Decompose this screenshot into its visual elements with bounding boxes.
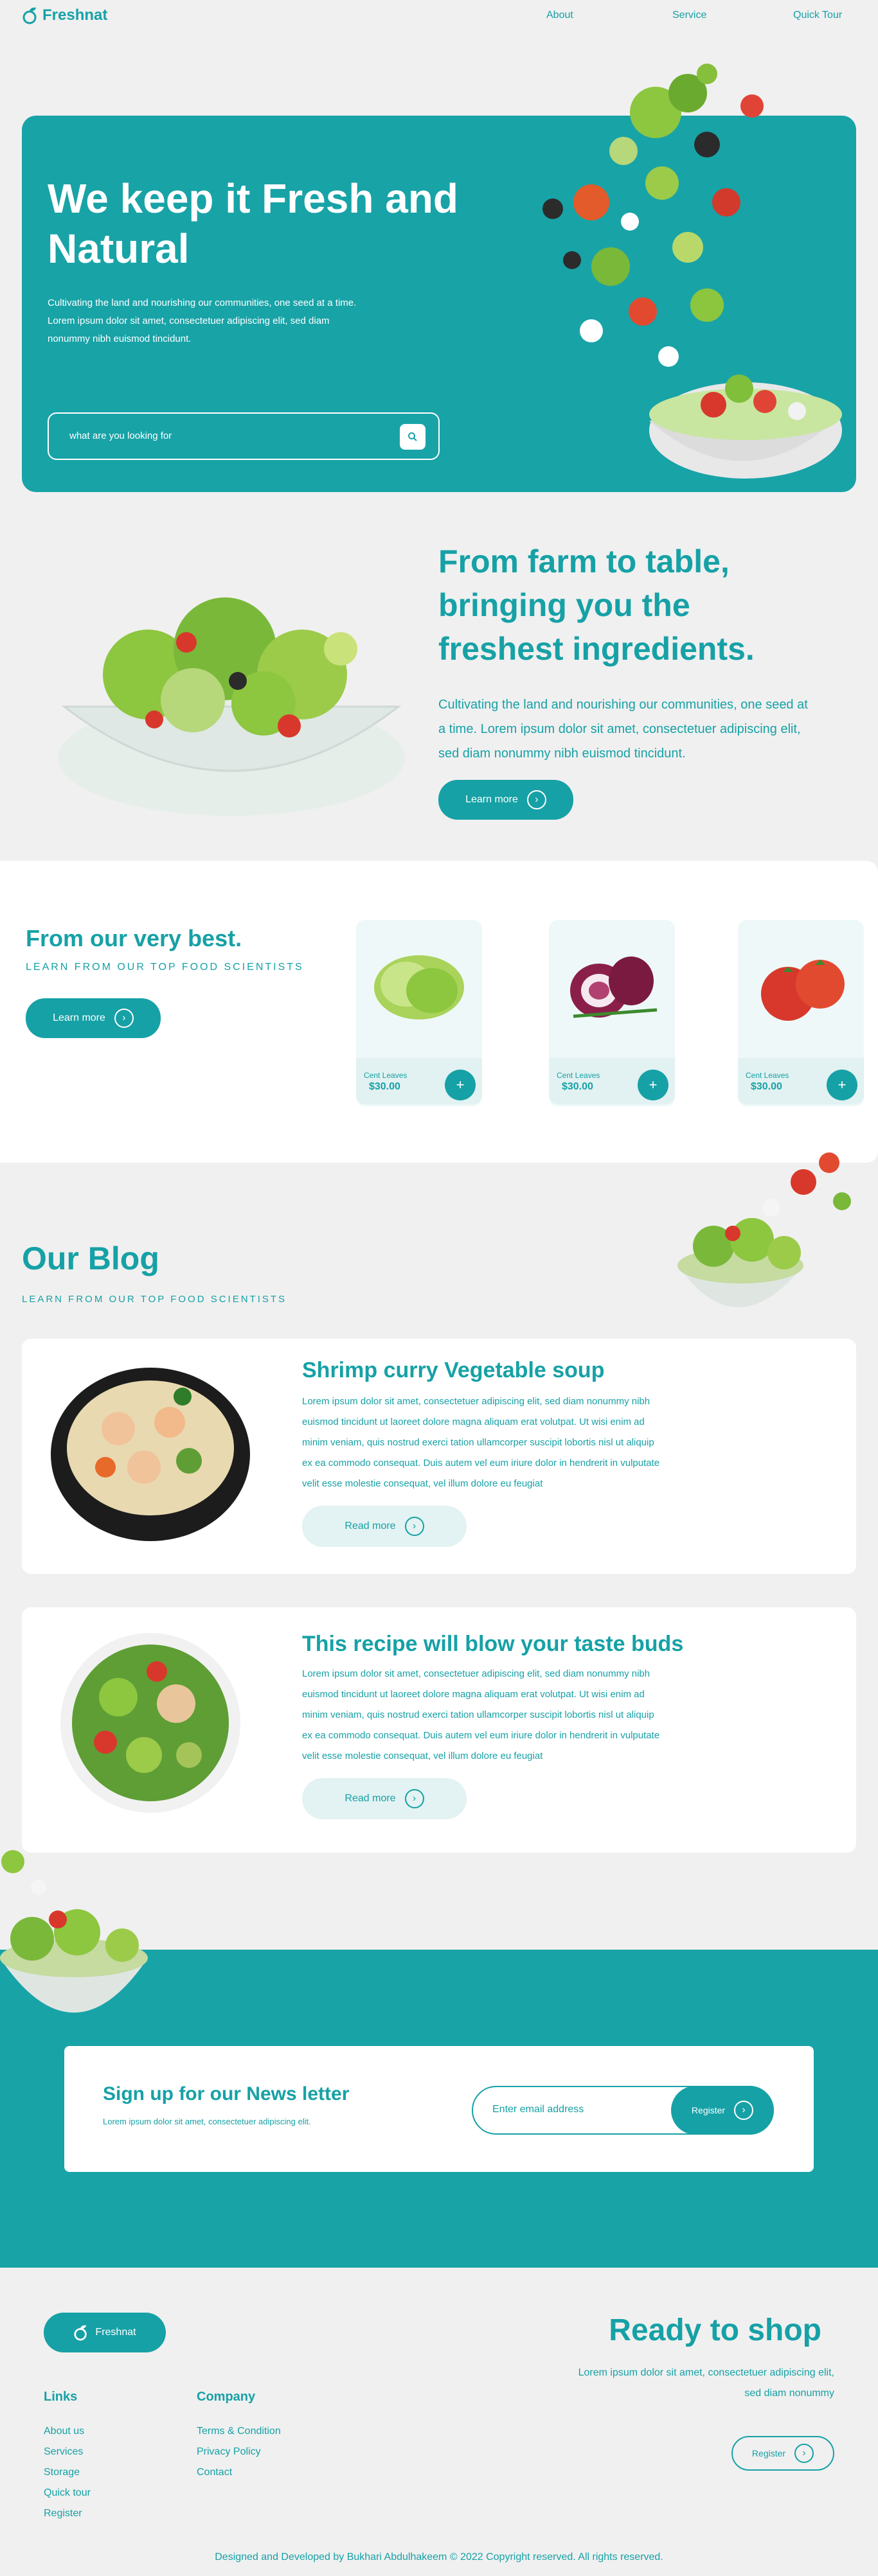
ready-to-shop-description: Lorem ipsum dolor sit amet, consectetuer… — [578, 2367, 834, 2399]
blog-title: Our Blog — [22, 1240, 159, 1276]
footer-logo-label: Freshnat — [95, 2327, 136, 2338]
hero-title: We keep it Fresh and Natural — [48, 175, 458, 272]
hero-search-box[interactable]: what are you looking for — [48, 412, 440, 460]
top-nav: Freshnat About Service Quick Tour — [0, 0, 878, 32]
product-name: Cent Leaves — [557, 1071, 600, 1080]
page: Freshnat About Service Quick Tour We kee… — [0, 0, 878, 2576]
product-card[interactable]: Cent Leaves $30.00 + — [356, 920, 482, 1106]
chevron-right-icon: › — [404, 1517, 424, 1536]
shrimp-soup-image — [51, 1368, 250, 1541]
newsletter-subtitle: Lorem ipsum dolor sit amet, consectetuer… — [103, 2117, 311, 2126]
newsletter-register-button[interactable]: Register › — [671, 2086, 774, 2135]
read-more-label: Read more — [345, 1521, 396, 1531]
search-button[interactable] — [400, 424, 426, 450]
salad-bowl-image — [58, 597, 405, 816]
blog-post-title[interactable]: Shrimp curry Vegetable soup — [302, 1358, 604, 1383]
read-more-button[interactable]: Read more › — [302, 1778, 467, 1819]
footer-link-storage[interactable]: Storage — [44, 2467, 80, 2478]
farm-section-description: Cultivating the land and nourishing our … — [438, 698, 808, 761]
farm-learn-more-button[interactable]: Learn more › — [438, 780, 573, 820]
onion-image — [570, 957, 658, 1018]
decorative-salad-image — [0, 1850, 148, 2013]
salad-bowl-image — [60, 1633, 240, 1813]
decorative-salad-image — [677, 1152, 851, 1307]
chevron-right-icon: › — [734, 2101, 754, 2120]
footer-link-contact[interactable]: Contact — [197, 2467, 232, 2478]
product-price: $30.00 — [369, 1081, 400, 1092]
logo[interactable]: Freshnat — [22, 6, 107, 24]
best-learn-more-button[interactable]: Learn more › — [26, 998, 161, 1038]
search-input[interactable]: what are you looking for — [69, 430, 172, 441]
falling-salad-image — [542, 64, 842, 479]
best-learn-more-label: Learn more — [53, 1012, 105, 1023]
footer-link-about-us[interactable]: About us — [44, 2426, 84, 2437]
product-price: $30.00 — [751, 1081, 782, 1092]
product-name: Cent Leaves — [746, 1071, 789, 1080]
footer-link-quick-tour[interactable]: Quick tour — [44, 2487, 91, 2499]
product-card[interactable]: Cent Leaves $30.00 + — [549, 920, 675, 1106]
footer-links-heading: Links — [44, 2390, 78, 2404]
footer-link-terms[interactable]: Terms & Condition — [197, 2426, 281, 2437]
product-footer: Cent Leaves $30.00 + — [738, 1058, 864, 1104]
newsletter-register-label: Register — [691, 2105, 726, 2115]
logo-text: Freshnat — [42, 6, 108, 24]
leaf-logo-icon — [22, 7, 37, 24]
email-input[interactable]: Enter email address — [492, 2104, 584, 2115]
blog-post-title[interactable]: This recipe will blow your taste buds — [302, 1632, 683, 1657]
best-section-title: From our very best. — [26, 925, 242, 951]
blog-post-card: Shrimp curry Vegetable soup Lorem ipsum … — [22, 1339, 856, 1574]
add-to-cart-button[interactable]: + — [445, 1070, 476, 1100]
leaf-logo-icon — [74, 2325, 87, 2341]
newsletter-title: Sign up for our News letter — [103, 2083, 350, 2104]
lettuce-image — [374, 955, 464, 1019]
product-footer: Cent Leaves $30.00 + — [356, 1058, 482, 1104]
footer-link-services[interactable]: Services — [44, 2446, 83, 2458]
best-products-section: From our very best. LEARN FROM OUR TOP F… — [0, 861, 878, 1163]
footer-link-privacy[interactable]: Privacy Policy — [197, 2446, 261, 2458]
chevron-right-icon: › — [404, 1789, 424, 1808]
footer-register-button[interactable]: Register › — [731, 2436, 834, 2471]
chevron-right-icon: › — [526, 790, 546, 809]
read-more-label: Read more — [345, 1793, 396, 1804]
nav-link-about[interactable]: About — [546, 10, 573, 21]
chevron-right-icon: › — [114, 1009, 134, 1028]
blog-post-body: Lorem ipsum dolor sit amet, consectetuer… — [302, 1396, 660, 1489]
product-footer: Cent Leaves $30.00 + — [549, 1058, 675, 1104]
nav-link-service[interactable]: Service — [672, 10, 706, 21]
farm-learn-more-label: Learn more — [465, 794, 518, 805]
newsletter-card: Sign up for our News letter Lorem ipsum … — [64, 2046, 814, 2172]
ready-to-shop-title: Ready to shop — [609, 2313, 821, 2347]
blog-post-body: Lorem ipsum dolor sit amet, consectetuer… — [302, 1668, 660, 1761]
add-to-cart-button[interactable]: + — [827, 1070, 857, 1100]
nav-link-quick-tour[interactable]: Quick Tour — [793, 10, 842, 21]
farm-section-title: From farm to table, bringing you the fre… — [438, 543, 755, 667]
read-more-button[interactable]: Read more › — [302, 1506, 467, 1547]
tomato-image — [761, 960, 845, 1021]
best-section-subtitle: LEARN FROM OUR TOP FOOD SCIENTISTS — [26, 962, 304, 973]
blog-post-card: This recipe will blow your taste buds Lo… — [22, 1607, 856, 1853]
blog-subtitle: LEARN FROM OUR TOP FOOD SCIENTISTS — [22, 1294, 287, 1305]
add-to-cart-button[interactable]: + — [638, 1070, 668, 1100]
search-icon — [408, 432, 417, 441]
product-card[interactable]: Cent Leaves $30.00 + — [738, 920, 864, 1106]
footer-link-register[interactable]: Register — [44, 2508, 82, 2519]
newsletter-email-field[interactable]: Enter email address Register › — [472, 2086, 774, 2135]
copyright-text: Designed and Developed by Bukhari Abdulh… — [215, 2552, 663, 2563]
product-name: Cent Leaves — [364, 1071, 408, 1080]
chevron-right-icon: › — [794, 2444, 814, 2463]
product-price: $30.00 — [562, 1081, 593, 1092]
footer-register-label: Register — [751, 2448, 786, 2458]
hero-description: Cultivating the land and nourishing our … — [48, 297, 357, 344]
footer-company-heading: Company — [197, 2390, 256, 2404]
footer-logo[interactable]: Freshnat — [44, 2313, 166, 2352]
